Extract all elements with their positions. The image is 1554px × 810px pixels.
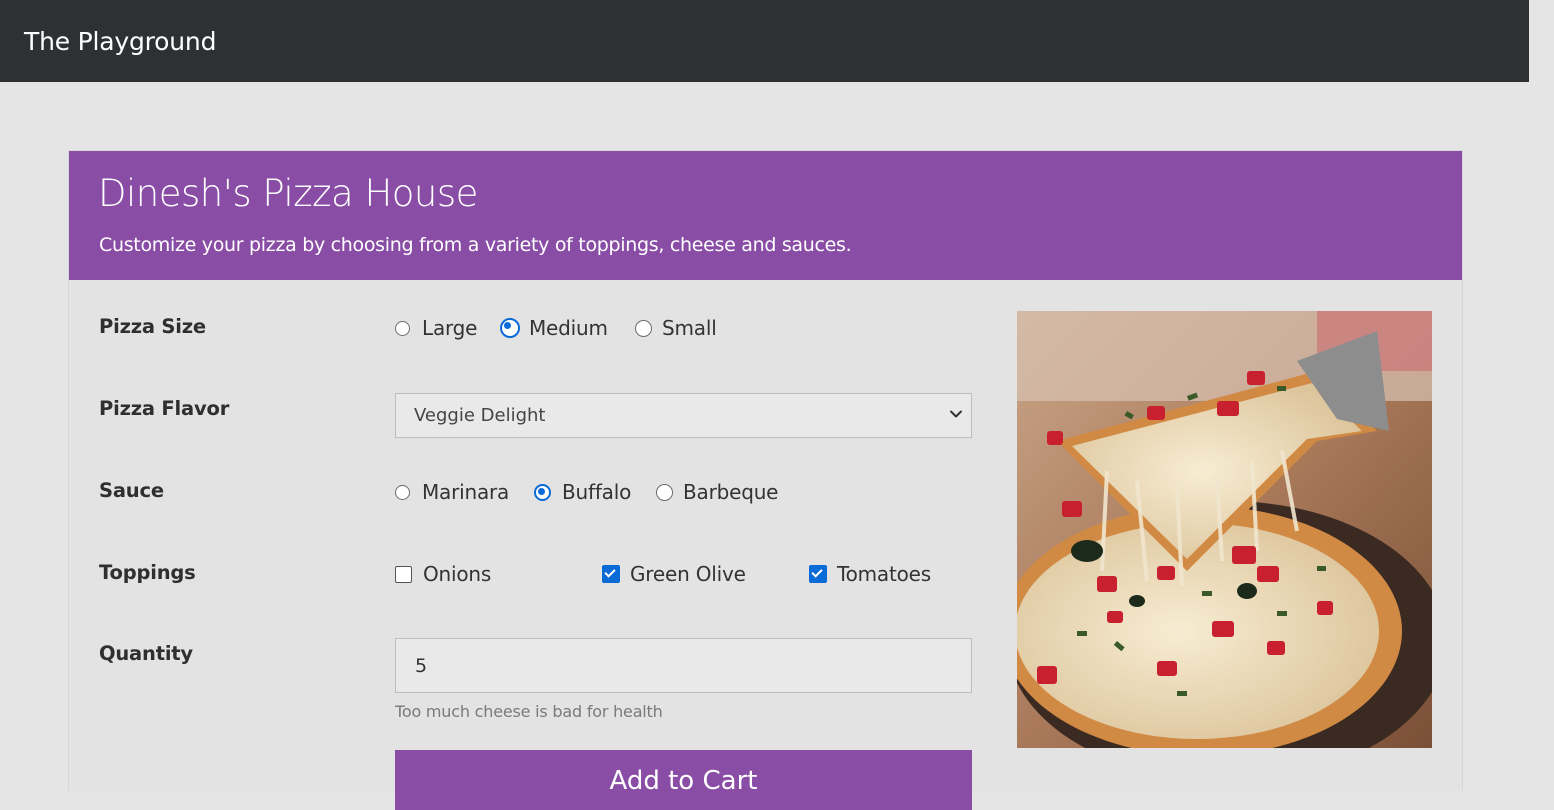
sauce-option-buffalo[interactable]: Buffalo <box>534 478 631 506</box>
add-to-cart-button[interactable]: Add to Cart <box>395 750 972 810</box>
sauce-option-label: Barbeque <box>683 480 779 504</box>
sauce-option-marinara[interactable]: Marinara <box>395 478 509 506</box>
topping-option-label: Tomatoes <box>837 562 931 586</box>
topping-checkbox-tomatoes[interactable] <box>809 565 827 583</box>
pizza-flavor-label: Pizza Flavor <box>99 397 230 420</box>
topping-option-tomatoes[interactable]: Tomatoes <box>809 560 931 588</box>
add-to-cart-label: Add to Cart <box>609 766 758 796</box>
sauce-option-label: Marinara <box>422 480 510 504</box>
sauce-radio-barbeque[interactable] <box>656 483 673 501</box>
page-subtitle: Customize your pizza by choosing from a … <box>99 234 852 256</box>
pizza-illustration <box>1017 311 1432 748</box>
topping-option-label: Onions <box>423 562 492 586</box>
quantity-label: Quantity <box>99 642 193 665</box>
sauce-radio-marinara[interactable] <box>395 484 410 500</box>
quantity-value: 5 <box>415 655 428 677</box>
size-radio-small[interactable] <box>635 319 652 337</box>
sauce-option-label: Buffalo <box>562 480 632 504</box>
page-title: Dinesh's Pizza House <box>98 172 478 215</box>
size-radio-large[interactable] <box>395 320 410 336</box>
flavor-select-value: Veggie Delight <box>414 405 546 426</box>
card-header: Dinesh's Pizza House Customize your pizz… <box>69 151 1462 280</box>
topping-option-label: Green Olive <box>630 562 746 586</box>
size-option-large[interactable]: Large <box>395 314 477 342</box>
size-option-label: Medium <box>529 316 608 340</box>
pizza-order-card: Dinesh's Pizza House Customize your pizz… <box>68 150 1463 810</box>
size-option-small[interactable]: Small <box>635 314 717 342</box>
sauce-radio-buffalo[interactable] <box>534 483 551 501</box>
topping-option-onions[interactable]: Onions <box>395 560 491 588</box>
pizza-size-label: Pizza Size <box>99 315 206 338</box>
topping-checkbox-green-olive[interactable] <box>602 565 620 583</box>
size-option-label: Large <box>422 316 478 340</box>
brand-title[interactable]: The Playground <box>24 26 216 58</box>
topping-checkbox-onions[interactable] <box>395 565 412 583</box>
flavor-select[interactable]: Veggie Delight <box>395 393 972 438</box>
toppings-label: Toppings <box>99 561 196 584</box>
pizza-image <box>1017 311 1432 748</box>
topping-option-green-olive[interactable]: Green Olive <box>602 560 746 588</box>
sauce-label: Sauce <box>99 479 164 502</box>
quantity-input[interactable]: 5 <box>395 638 972 693</box>
sauce-option-barbeque[interactable]: Barbeque <box>656 478 778 506</box>
quantity-hint: Too much cheese is bad for health <box>395 702 663 721</box>
size-option-medium[interactable]: Medium <box>500 314 608 342</box>
size-radio-medium[interactable] <box>500 318 520 338</box>
size-option-label: Small <box>662 316 717 340</box>
chevron-down-icon <box>950 410 962 418</box>
navbar: The Playground <box>0 0 1529 82</box>
